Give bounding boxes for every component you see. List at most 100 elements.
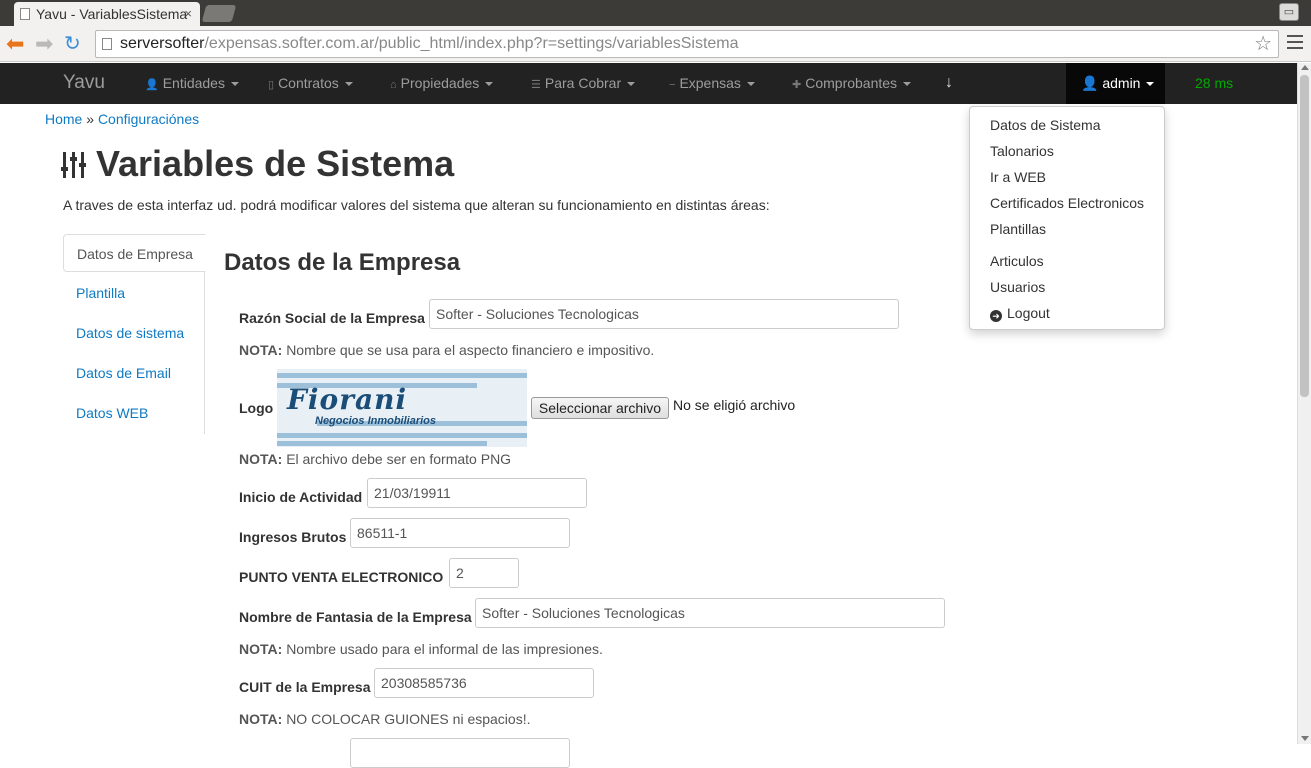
section-title: Datos de la Empresa [224, 249, 461, 276]
nav-contratos-label: Contratos [278, 75, 339, 91]
browser-menu-icon[interactable] [1287, 35, 1303, 49]
sidenav-datos-empresa[interactable]: Datos de Empresa [63, 234, 206, 272]
nombre-fantasia-label: Nombre de Fantasia de la Empresa [239, 609, 472, 625]
page-title-text: Variables de Sistema [96, 143, 455, 184]
company-logo-image: Fiorani Negocios Inmobiliarios [277, 369, 527, 447]
browser-tabbar: Yavu - VariablesSistema × ▭ [0, 0, 1311, 26]
plus-icon: ✚ [792, 79, 802, 91]
nav-comprobantes[interactable]: ✚ Comprobantes [792, 63, 912, 103]
razon-social-note: NOTA: Nombre que se usa para el aspecto … [239, 341, 654, 359]
punto-venta-label: PUNTO VENTA ELECTRONICO [239, 569, 444, 585]
menu-usuarios[interactable]: Usuarios [990, 278, 1045, 296]
url-text: serversofter/expensas.softer.com.ar/publ… [120, 31, 739, 57]
nav-contratos[interactable]: ▯ Contratos [268, 63, 353, 103]
back-arrow-icon[interactable]: ⬅ [6, 31, 24, 57]
tab-close-icon[interactable]: × [184, 2, 192, 26]
razon-social-input[interactable]: Softer - Soluciones Tecnologicas [429, 299, 899, 329]
nav-entidades[interactable]: 👤 Entidades [145, 63, 239, 103]
settings-sliders-icon [61, 152, 86, 178]
caret-down-icon [485, 82, 494, 87]
nombre-fantasia-input[interactable]: Softer - Soluciones Tecnologicas [475, 598, 945, 628]
nav-expensas[interactable]: − Expensas [669, 63, 755, 103]
sidenav-datos-sistema[interactable]: Datos de sistema [63, 314, 205, 352]
menu-certificados[interactable]: Certificados Electronicos [990, 194, 1144, 212]
nav-user-admin[interactable]: 👤 admin [1066, 63, 1165, 104]
menu-ir-a-web[interactable]: Ir a WEB [990, 168, 1046, 186]
page-title: Variables de Sistema [61, 142, 455, 186]
cuit-note-text: NO COLOCAR GUIONES ni espacios!. [286, 711, 531, 727]
nav-para-cobrar-label: Para Cobrar [544, 75, 622, 91]
app-navbar: Yavu 👤 Entidades ▯ Contratos ⌂ Propiedades … [0, 63, 1297, 104]
nombre-fantasia-note: NOTA: Nombre usado para el informal de l… [239, 640, 603, 658]
note-prefix: NOTA: [239, 641, 283, 657]
nav-expensas-label: Expensas [679, 75, 741, 91]
menu-logout[interactable]: ➜ Logout [990, 304, 1050, 322]
new-tab-button[interactable] [201, 5, 237, 22]
address-bar[interactable]: serversofter/expensas.softer.com.ar/publ… [95, 30, 1279, 58]
menu-datos-sistema[interactable]: Datos de Sistema [990, 116, 1101, 134]
nav-para-cobrar[interactable]: ☰ Para Cobrar [531, 63, 636, 103]
logo-note: NOTA: El archivo debe ser en formato PNG [239, 450, 511, 468]
scroll-up-icon[interactable] [1301, 65, 1309, 70]
next-field-input[interactable] [350, 738, 570, 768]
cuit-input[interactable]: 20308585736 [374, 668, 594, 698]
razon-social-note-text: Nombre que se usa para el aspecto financ… [286, 342, 655, 358]
note-prefix: NOTA: [239, 451, 283, 467]
caret-down-icon [344, 82, 353, 87]
razon-social-label: Razón Social de la Empresa [239, 310, 425, 326]
breadcrumb-current[interactable]: Configuraciónes [98, 111, 199, 127]
menu-articulos[interactable]: Articulos [990, 252, 1044, 270]
caret-down-icon [230, 82, 239, 87]
scroll-down-icon[interactable] [1301, 736, 1309, 741]
nav-propiedades[interactable]: ⌂ Propiedades [390, 63, 494, 103]
home-icon: ⌂ [390, 79, 397, 91]
url-host: serversofter [120, 35, 205, 52]
download-arrow-icon[interactable]: ↓ [945, 63, 953, 103]
logo-subtext: Negocios Inmobiliarios [315, 415, 437, 427]
menu-talonarios[interactable]: Talonarios [990, 142, 1054, 160]
settings-sidenav: Datos de Empresa Plantilla Datos de sist… [63, 234, 206, 434]
bookmark-star-icon[interactable]: ☆ [1254, 32, 1272, 56]
minus-icon: − [669, 79, 676, 91]
choose-file-button[interactable]: Seleccionar archivo [531, 397, 669, 419]
logo-note-text: El archivo debe ser en formato PNG [286, 451, 512, 467]
punto-venta-input[interactable]: 2 [449, 558, 519, 588]
url-path: /expensas.softer.com.ar/public_html/inde… [204, 35, 739, 52]
file-icon: ▯ [268, 79, 275, 91]
caret-down-icon [746, 82, 755, 87]
list-icon: ☰ [531, 79, 541, 91]
page-scrollbar[interactable] [1297, 63, 1311, 744]
caret-down-icon [627, 82, 636, 87]
logo-label: Logo [239, 400, 274, 416]
sidenav-plantilla[interactable]: Plantilla [63, 274, 205, 312]
note-prefix: NOTA: [239, 342, 283, 358]
menu-plantillas[interactable]: Plantillas [990, 220, 1046, 238]
cuit-note: NOTA: NO COLOCAR GUIONES ni espacios!. [239, 710, 530, 728]
file-status: No se eligió archivo [673, 397, 796, 413]
ingresos-brutos-input[interactable]: 86511-1 [350, 518, 570, 548]
brand-logo[interactable]: Yavu [63, 63, 105, 103]
menu-logout-label: Logout [1007, 305, 1050, 321]
browser-toolbar: ⬅ ➡ ↻ serversofter/expensas.softer.com.a… [0, 26, 1311, 62]
nav-propiedades-label: Propiedades [400, 75, 480, 91]
nav-user-label: admin [1102, 75, 1141, 91]
window-restore-icon[interactable]: ▭ [1279, 3, 1299, 21]
nav-comprobantes-label: Comprobantes [805, 75, 898, 91]
sidenav-datos-web[interactable]: Datos WEB [63, 394, 205, 432]
user-icon: 👤 [1081, 75, 1099, 91]
inicio-actividad-input[interactable]: 21/03/19911 [367, 478, 587, 508]
sidenav-datos-email[interactable]: Datos de Email [63, 354, 205, 392]
forward-arrow-icon[interactable]: ➡ [35, 31, 53, 57]
logo-name-text: Fiorani [287, 383, 408, 416]
browser-tab[interactable]: Yavu - VariablesSistema × [14, 2, 200, 26]
user-dropdown-menu: Datos de Sistema Talonarios Ir a WEB Cer… [969, 106, 1165, 330]
breadcrumb-home[interactable]: Home [45, 111, 82, 127]
note-prefix: NOTA: [239, 711, 283, 727]
inicio-actividad-label: Inicio de Actividad [239, 489, 363, 505]
logout-icon: ➜ [990, 310, 1002, 322]
page-icon [20, 8, 30, 20]
page-intro: A traves de esta interfaz ud. podrá modi… [63, 197, 770, 213]
scrollbar-thumb[interactable] [1300, 75, 1309, 397]
tab-title: Yavu - VariablesSistema [36, 6, 188, 22]
reload-icon[interactable]: ↻ [64, 31, 81, 57]
